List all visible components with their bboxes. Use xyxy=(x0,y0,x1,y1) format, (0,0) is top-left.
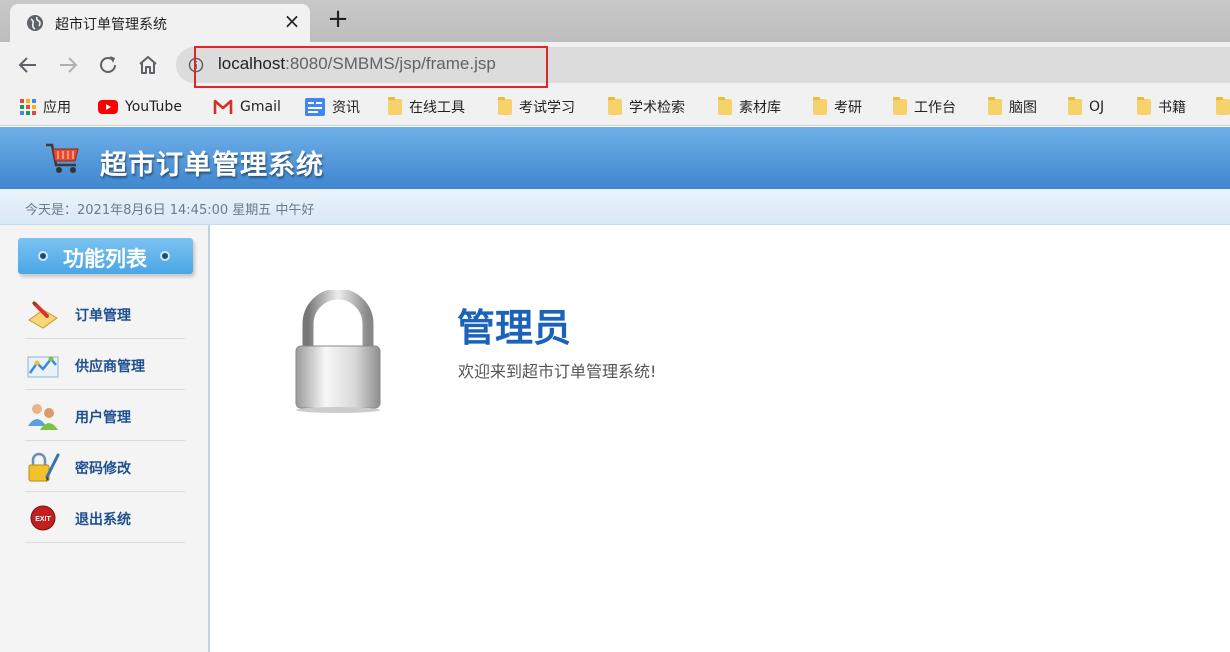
sidebar-item-suppliers[interactable]: 供应商管理 xyxy=(25,339,185,390)
sidebar-item-label: 订单管理 xyxy=(75,308,131,324)
bookmark-label: 考研 xyxy=(834,100,862,116)
bookmark-label: 考试学习 xyxy=(519,100,575,116)
shopping-cart-icon xyxy=(46,143,79,173)
tab-title: 超市订单管理系统 xyxy=(55,17,167,33)
sidebar-item-label: 密码修改 xyxy=(75,461,131,477)
padlock-icon xyxy=(295,290,381,413)
function-list-title: 功能列表 xyxy=(63,247,147,271)
welcome-message: 欢迎来到超市订单管理系统! xyxy=(458,362,657,381)
bookmark-label: 学术检索 xyxy=(629,100,685,116)
globe-icon xyxy=(27,15,43,31)
sidebar-item-label: 用户管理 xyxy=(75,410,131,426)
browser-tab[interactable]: 超市订单管理系统 × xyxy=(10,4,310,42)
tab-strip: 超市订单管理系统 × + xyxy=(0,0,1230,42)
bookmark-apps[interactable]: 应用 xyxy=(20,97,71,117)
folder-icon xyxy=(718,97,732,115)
apps-grid-icon xyxy=(20,99,36,115)
bookmark-folder-partial[interactable] xyxy=(1216,97,1230,117)
bookmark-label: 应用 xyxy=(43,100,71,116)
bookmark-label: 脑图 xyxy=(1009,100,1037,116)
order-icon xyxy=(28,300,58,329)
sidebar-item-users[interactable]: 用户管理 xyxy=(25,390,185,441)
sidebar: 功能列表 订单管理 供应商管理 用户管理 密码修改 EXIT 退出系统 xyxy=(0,225,210,652)
function-list-header: 功能列表 xyxy=(18,238,193,274)
bookmark-gmail[interactable]: Gmail xyxy=(213,97,281,117)
app-title: 超市订单管理系统 xyxy=(100,150,324,181)
bookmark-folder[interactable]: 素材库 xyxy=(718,97,781,117)
bullet-icon xyxy=(38,251,48,261)
sidebar-menu: 订单管理 供应商管理 用户管理 密码修改 EXIT 退出系统 xyxy=(25,288,185,543)
folder-icon xyxy=(1216,97,1230,115)
users-icon xyxy=(28,404,58,430)
tab-close-icon[interactable]: × xyxy=(282,11,302,31)
exit-badge-text: EXIT xyxy=(35,516,51,523)
bookmark-folder[interactable]: 脑图 xyxy=(988,97,1037,117)
exit-icon: EXIT xyxy=(30,505,56,531)
bookmark-label: 在线工具 xyxy=(409,100,465,116)
folder-icon xyxy=(893,97,907,115)
bookmark-folder[interactable]: 学术检索 xyxy=(608,97,685,117)
bookmark-label: YouTube xyxy=(125,99,182,115)
bookmark-folder[interactable]: 考研 xyxy=(813,97,862,117)
google-news-icon xyxy=(305,98,325,116)
sidebar-item-logout[interactable]: EXIT 退出系统 xyxy=(25,492,185,543)
bullet-icon xyxy=(160,251,170,261)
bookmark-label: 书籍 xyxy=(1158,100,1186,116)
bookmark-folder[interactable]: 在线工具 xyxy=(388,97,465,117)
reload-icon[interactable] xyxy=(96,53,120,77)
bookmark-label: 工作台 xyxy=(914,100,956,116)
url-highlight-box xyxy=(194,46,548,88)
bookmark-folder[interactable]: 工作台 xyxy=(893,97,956,117)
bookmark-folder[interactable]: OJ xyxy=(1068,97,1104,117)
gmail-icon xyxy=(213,99,233,114)
sidebar-item-label: 供应商管理 xyxy=(75,359,145,375)
home-icon[interactable] xyxy=(136,53,160,77)
bookmark-label: 资讯 xyxy=(332,100,360,116)
youtube-icon xyxy=(98,100,118,114)
supplier-icon xyxy=(27,356,59,378)
bookmarks-bar: 应用 YouTube Gmail 资讯 在线工具 考试学习 学术检索 素材库 考… xyxy=(0,88,1230,126)
browser-toolbar: localhost:8080/SMBMS/jsp/frame.jsp xyxy=(0,42,1230,88)
folder-icon xyxy=(1068,97,1082,115)
sidebar-item-password[interactable]: 密码修改 xyxy=(25,441,185,492)
forward-arrow-icon[interactable] xyxy=(56,53,80,77)
folder-icon xyxy=(813,97,827,115)
bookmark-label: OJ xyxy=(1089,99,1105,115)
sidebar-item-label: 退出系统 xyxy=(75,512,131,528)
bookmark-news[interactable]: 资讯 xyxy=(305,97,360,117)
back-arrow-icon[interactable] xyxy=(16,53,40,77)
role-title: 管理员 xyxy=(457,306,572,350)
bookmark-label: Gmail xyxy=(240,99,281,115)
bookmark-label: 素材库 xyxy=(739,100,781,116)
folder-icon xyxy=(498,97,512,115)
date-bar: 今天是：2021年8月6日 14:45:00 星期五 中午好 xyxy=(0,189,1230,225)
folder-icon xyxy=(608,97,622,115)
new-tab-button[interactable]: + xyxy=(327,6,349,32)
sidebar-item-orders[interactable]: 订单管理 xyxy=(25,288,185,339)
bookmark-folder[interactable]: 书籍 xyxy=(1137,97,1186,117)
bookmark-youtube[interactable]: YouTube xyxy=(98,97,182,117)
app-header: 超市订单管理系统 xyxy=(0,127,1230,189)
folder-icon xyxy=(988,97,1002,115)
date-text: 今天是：2021年8月6日 14:45:00 星期五 中午好 xyxy=(25,203,315,218)
folder-icon xyxy=(1137,97,1151,115)
bookmark-folder[interactable]: 考试学习 xyxy=(498,97,575,117)
password-icon xyxy=(28,452,60,482)
folder-icon xyxy=(388,97,402,115)
